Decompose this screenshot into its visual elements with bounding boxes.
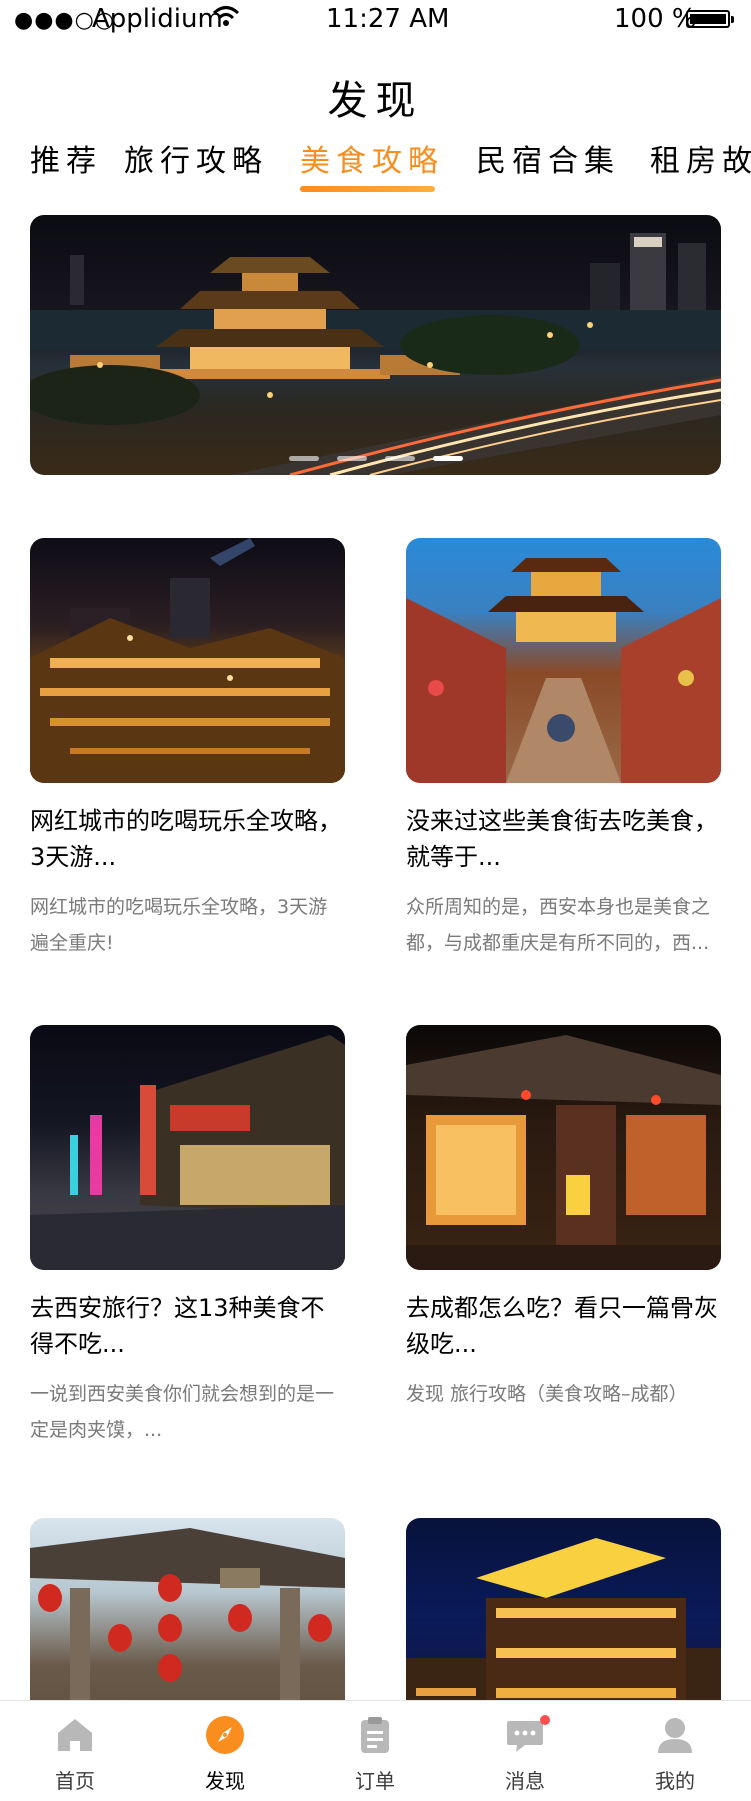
wifi-icon	[212, 2, 240, 36]
article-image	[406, 538, 721, 783]
battery-percent: 100 %	[614, 4, 697, 34]
tabbar-messages[interactable]: 消息	[450, 1701, 600, 1801]
article-card[interactable]: 去西安旅行？这13种美食不得不吃... 一说到西安美食你们就会想到的是一定是肉夹…	[30, 1025, 345, 1448]
article-image	[406, 1025, 721, 1270]
battery-icon	[686, 10, 734, 28]
tabbar-discover[interactable]: 发现	[150, 1701, 300, 1801]
tab-rental[interactable]: 租房故	[650, 136, 751, 180]
notification-badge	[540, 1715, 550, 1725]
tab-travel-guide[interactable]: 旅行攻略	[124, 136, 268, 180]
banner-image	[30, 233, 721, 475]
article-card[interactable]: 网红城市的吃喝玩乐全攻略，3天游... 网红城市的吃喝玩乐全攻略，3天游遍全重庆…	[30, 538, 345, 961]
article-title: 没来过这些美食街去吃美食，就等于...	[406, 807, 718, 871]
tabbar-label: 订单	[355, 1769, 395, 1793]
carousel-dot[interactable]	[384, 456, 415, 461]
tabbar-profile[interactable]: 我的	[600, 1701, 750, 1801]
user-icon	[655, 1715, 695, 1755]
tabbar-label: 我的	[655, 1769, 695, 1793]
tabbar-orders[interactable]: 订单	[300, 1701, 450, 1801]
tabbar-label: 发现	[205, 1769, 245, 1793]
tab-recommend[interactable]: 推荐	[30, 136, 102, 180]
home-icon	[55, 1715, 95, 1755]
carousel-dot-active[interactable]	[432, 456, 463, 461]
article-title: 去西安旅行？这13种美食不得不吃...	[30, 1294, 325, 1358]
article-summary: 网红城市的吃喝玩乐全攻略，3天游遍全重庆!	[30, 896, 328, 954]
article-summary: 发现 旅行攻略（美食攻略–成都）	[406, 1383, 688, 1405]
article-summary: 众所周知的是，西安本身也是美食之都，与成都重庆是有所不同的，西...	[406, 896, 711, 954]
tabbar-label: 消息	[505, 1769, 545, 1793]
article-card[interactable]: 没来过这些美食街去吃美食，就等于... 众所周知的是，西安本身也是美食之都，与成…	[406, 538, 721, 961]
carrier-name: Applidium	[92, 4, 223, 34]
page-title: 发现	[327, 78, 424, 124]
article-image	[30, 538, 345, 783]
active-tab-indicator	[300, 186, 435, 192]
tabbar-home[interactable]: 首页	[0, 1701, 150, 1801]
article-title: 网红城市的吃喝玩乐全攻略，3天游...	[30, 807, 342, 871]
chat-icon	[505, 1715, 545, 1755]
article-summary: 一说到西安美食你们就会想到的是一定是肉夹馍，...	[30, 1383, 335, 1441]
carousel-indicators	[30, 446, 721, 465]
tab-homestay[interactable]: 民宿合集	[476, 136, 620, 180]
tab-food-guide[interactable]: 美食攻略	[300, 136, 444, 180]
article-title: 去成都怎么吃？看只一篇骨灰级吃...	[406, 1294, 718, 1358]
tabbar-label: 首页	[55, 1769, 95, 1793]
compass-icon	[205, 1715, 245, 1755]
clipboard-icon	[355, 1715, 395, 1755]
bottom-tab-bar: 首页 发现 订单 消息 我的	[0, 1700, 751, 1801]
carousel-dot[interactable]	[288, 456, 319, 461]
clock: 11:27 AM	[326, 4, 450, 34]
article-card[interactable]: 去成都怎么吃？看只一篇骨灰级吃... 发现 旅行攻略（美食攻略–成都）	[406, 1025, 721, 1412]
category-tabs: 推荐 旅行攻略 美食攻略 民宿合集 租房故	[0, 130, 751, 190]
status-bar: ●●●○○ Applidium 11:27 AM 100 %	[0, 0, 751, 40]
banner-carousel[interactable]	[30, 215, 721, 475]
carousel-dot[interactable]	[336, 456, 367, 461]
article-image	[30, 1025, 345, 1270]
